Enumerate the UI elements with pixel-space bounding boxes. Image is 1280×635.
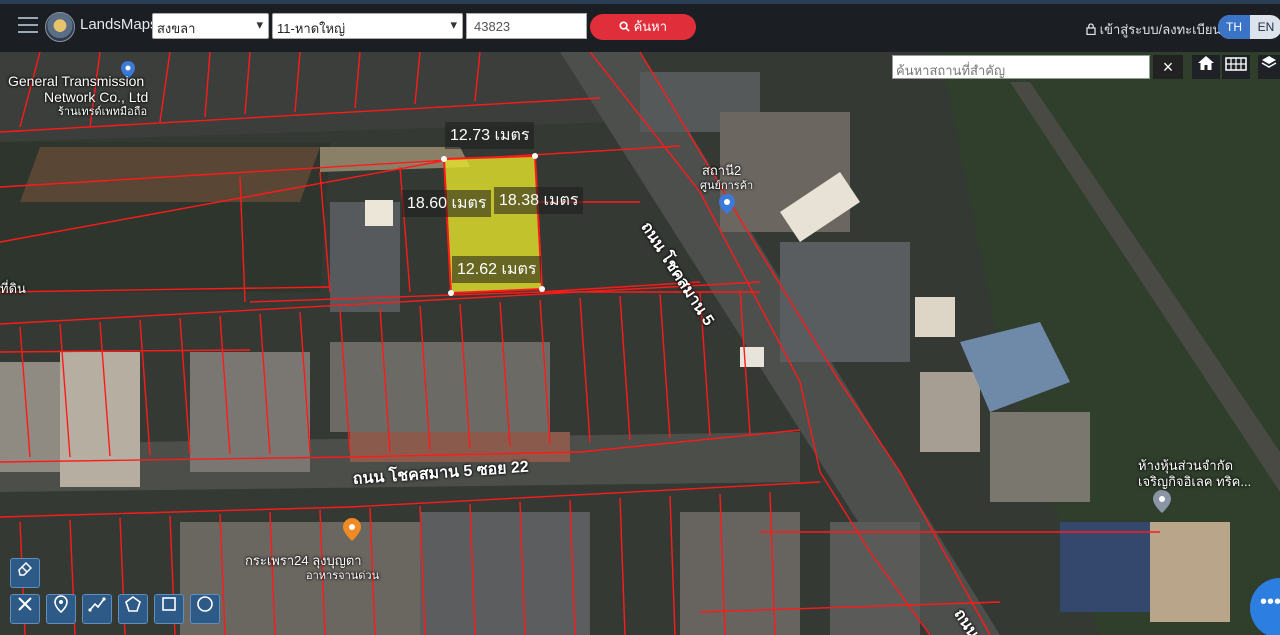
- lock-icon: [1086, 22, 1100, 37]
- measure-tool-icon[interactable]: [10, 594, 40, 624]
- map-imagery: [0, 52, 1280, 635]
- more-dots-icon: •••: [1260, 591, 1280, 613]
- place-label-company: General Transmission: [8, 73, 145, 89]
- search-button-label: ค้นหา: [633, 19, 668, 34]
- polygon-tool-icon[interactable]: [118, 594, 148, 624]
- place-label-partnership-2: เจริญกิจอิเลค ทริค...: [1138, 474, 1252, 489]
- grid-icon[interactable]: [1222, 55, 1250, 79]
- parcel-number-input[interactable]: 43823: [466, 13, 587, 39]
- place-label-station-2: ศูนย์การค้า: [700, 180, 754, 192]
- lang-th-button[interactable]: TH: [1218, 15, 1250, 39]
- dimension-top: 12.73 เมตร: [445, 122, 535, 149]
- eraser-tool-icon[interactable]: [10, 558, 40, 588]
- place-label-restaurant-2: อาหารจานด่วน: [306, 570, 380, 582]
- circle-tool-icon[interactable]: [190, 594, 220, 624]
- place-search-placeholder: ค้นหาสถานที่สำคัญ: [896, 63, 1006, 78]
- landsmaps-logo: [45, 12, 75, 42]
- menu-icon[interactable]: [18, 17, 38, 33]
- polyline-tool-icon[interactable]: [82, 594, 112, 624]
- province-value: สงขลา: [157, 21, 196, 36]
- dimension-bottom: 12.62 เมตร: [452, 256, 542, 283]
- map-canvas[interactable]: General Transmission Network Co., Ltd ร้…: [0, 52, 1280, 635]
- place-search-input[interactable]: ค้นหาสถานที่สำคัญ: [892, 55, 1150, 79]
- province-select[interactable]: สงขลา: [152, 13, 269, 39]
- place-label-shop: ร้านเทรด์เพทมือถือ: [58, 106, 148, 118]
- home-icon[interactable]: [1192, 55, 1220, 79]
- search-icon: [619, 19, 634, 34]
- top-accent-line: [0, 0, 1280, 4]
- place-label-left: ที่ดิน: [0, 281, 26, 296]
- login-link[interactable]: เข้าสู่ระบบ/ลงทะเบียน: [1086, 19, 1221, 40]
- login-label: เข้าสู่ระบบ/ลงทะเบียน: [1099, 22, 1222, 37]
- brand-name: LandsMaps: [80, 16, 158, 33]
- top-bar: LandsMaps สงขลา 11-หาดใหญ่ 43823 ค้นหา เ…: [0, 0, 1280, 52]
- lang-en-button[interactable]: EN: [1250, 15, 1280, 39]
- district-select[interactable]: 11-หาดใหญ่: [272, 13, 463, 39]
- marker-tool-icon[interactable]: [46, 594, 76, 624]
- layers-icon[interactable]: [1258, 55, 1280, 79]
- district-value: 11-หาดใหญ่: [277, 21, 346, 36]
- dimension-left: 18.60 เมตร: [402, 190, 492, 217]
- search-button[interactable]: ค้นหา: [590, 14, 696, 40]
- language-toggle: TH EN: [1218, 15, 1280, 39]
- parcel-number-value: 43823: [474, 19, 511, 34]
- dimension-right: 18.38 เมตร: [494, 187, 584, 214]
- close-icon[interactable]: ×: [1153, 55, 1183, 79]
- rectangle-tool-icon[interactable]: [154, 594, 184, 624]
